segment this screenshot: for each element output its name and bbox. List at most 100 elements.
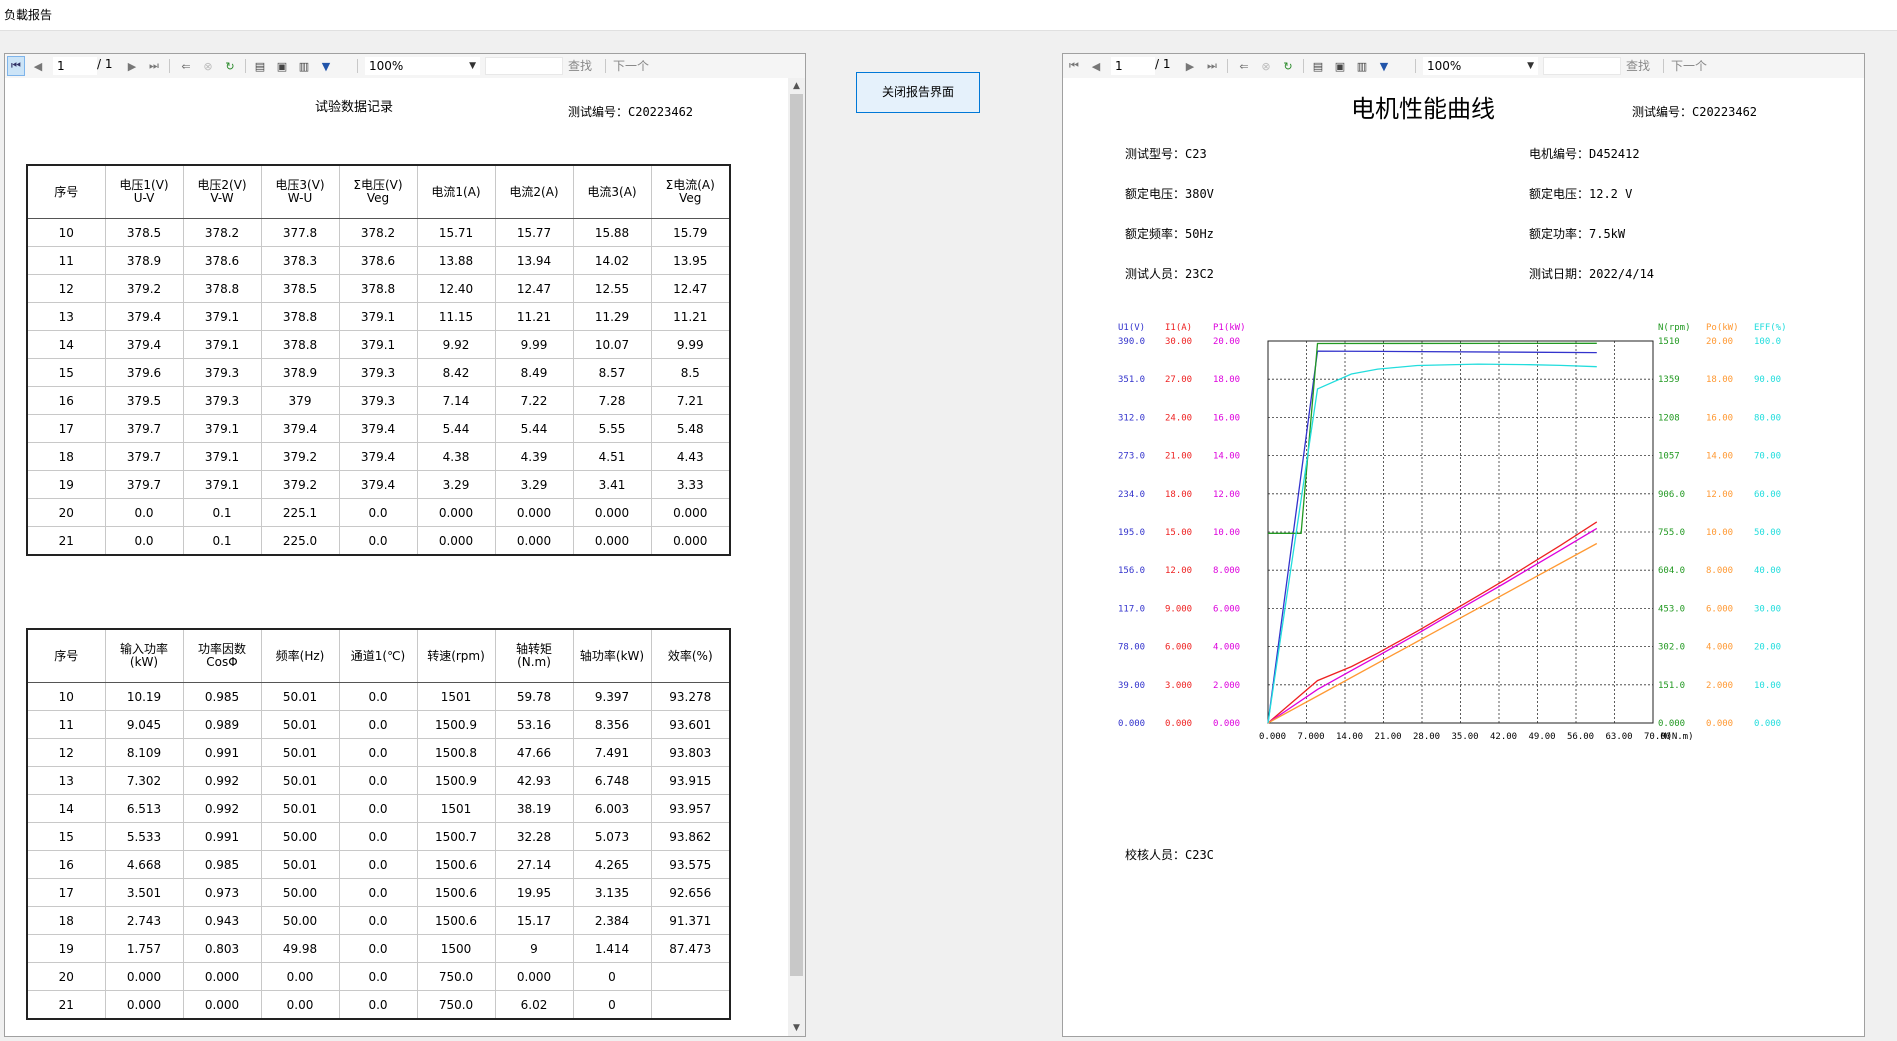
scroll-up-icon[interactable]: ▲ [788,78,805,94]
print-layout-icon[interactable]: ▣ [273,56,291,76]
table-cell: 8.5 [650,358,731,387]
print-icon[interactable]: ▤ [1309,56,1327,76]
column-header: 轴转矩 (N.m) [494,628,574,683]
x-tick-label: 35.00 [1452,732,1479,742]
page-setup-icon[interactable]: ▥ [1353,56,1371,76]
tick-label: 14.00 [1706,452,1733,462]
tick-label: 10.00 [1706,528,1733,538]
table-cell: 0.0 [338,962,418,991]
back-icon[interactable]: ⇐ [1235,56,1253,76]
table-cell: 50.01 [260,794,340,823]
table-cell: 0.992 [182,766,262,795]
find-button[interactable]: 查找 [568,57,592,74]
close-report-button[interactable]: 关闭报告界面 [856,72,980,113]
info-rated-voltage: 额定电压：380V [1125,187,1214,201]
page-number-input[interactable]: 1 [53,57,97,75]
table-cell: 16 [26,386,106,415]
find-input[interactable] [485,57,563,75]
find-next-button[interactable]: 下一个 [1671,57,1707,74]
table-cell: 9.99 [650,330,731,359]
tick-label: 12.00 [1706,490,1733,500]
page-setup-icon[interactable]: ▥ [295,56,313,76]
tick-label: 0.000 [1658,719,1685,729]
table-cell: 379.1 [182,470,262,499]
table-cell: 13.94 [494,246,574,275]
table-cell: 7.491 [572,738,652,767]
table-cell: 0.000 [494,962,574,991]
table-cell: 14 [26,330,106,359]
table-cell: 11.29 [572,302,652,331]
table-cell: 13 [26,766,106,795]
table-cell: 379.1 [182,414,262,443]
tick-label: 60.00 [1754,490,1781,500]
column-header-unit: (N.m) [517,655,551,669]
last-page-icon[interactable]: ⏭ [145,56,163,76]
column-header: 通道1(℃) [338,628,418,683]
series-line-i1a [1267,521,1598,724]
refresh-icon[interactable]: ↻ [1279,56,1297,76]
table-cell: 0.000 [104,990,184,1020]
table-cell: 379.5 [104,386,184,415]
window-title: 负載报告 [4,8,53,22]
scroll-thumb[interactable] [790,94,803,976]
page-number-input[interactable]: 1 [1111,57,1155,75]
x-axis-label: M(N.m) [1661,732,1694,742]
refresh-icon[interactable]: ↻ [221,56,239,76]
table-cell: 5.533 [104,822,184,851]
table-cell: 3.135 [572,878,652,907]
table-cell: 15 [26,358,106,387]
zoom-select[interactable]: 100% ▼ [1423,57,1538,75]
table-cell: 15.79 [650,218,731,247]
zoom-select[interactable]: 100% ▼ [365,57,480,75]
stop-icon[interactable]: ⊗ [199,56,217,76]
column-header-unit: V-W [210,191,234,205]
export-icon[interactable]: ▼ [1375,56,1393,76]
table-cell: 379.1 [182,442,262,471]
tick-label: 8.000 [1706,566,1733,576]
export-icon[interactable]: ▼ [317,56,335,76]
table-cell: 12.47 [650,274,731,303]
first-page-icon[interactable]: ⏮ [7,56,25,76]
table-cell: 5.44 [494,414,574,443]
table-cell: 378.6 [182,246,262,275]
table-cell: 8.109 [104,738,184,767]
axis-title: P1(kW) [1213,323,1246,333]
table-cell: 379.1 [182,330,262,359]
tick-label: 10.00 [1754,681,1781,691]
tick-label: 30.00 [1754,604,1781,614]
table-cell: 378.2 [338,218,418,247]
stop-icon[interactable]: ⊗ [1257,56,1275,76]
tick-label: 1359 [1658,375,1680,385]
last-page-icon[interactable]: ⏭ [1203,56,1221,76]
table-cell: 0.000 [104,962,184,991]
find-next-button[interactable]: 下一个 [613,57,649,74]
column-header: Σ电压(V) Veg [338,164,418,219]
back-icon[interactable]: ⇐ [177,56,195,76]
test-number: 测试编号：C20223462 [568,105,694,119]
prev-page-icon[interactable]: ◀ [1087,56,1105,76]
find-button[interactable]: 查找 [1626,57,1650,74]
first-page-icon[interactable]: ⏮ [1065,56,1083,76]
print-layout-icon[interactable]: ▣ [1331,56,1349,76]
prev-page-icon[interactable]: ◀ [29,56,47,76]
x-tick-label: 56.00 [1567,732,1594,742]
table-cell: 12.40 [416,274,496,303]
next-page-icon[interactable]: ▶ [123,56,141,76]
table-cell: 379 [260,386,340,415]
table-cell: 0.985 [182,850,262,879]
find-input[interactable] [1543,57,1621,75]
table-cell: 0.0 [338,850,418,879]
table-row: 19 1.757 0.803 49.98 0.0 1500 9 1.414 87.473 [26,934,731,963]
table-cell: 32.28 [494,822,574,851]
next-page-icon[interactable]: ▶ [1181,56,1199,76]
table-cell: 0.0 [338,738,418,767]
table-cell: 13 [26,302,106,331]
scroll-down-icon[interactable]: ▼ [788,1020,805,1036]
table-cell: 49.98 [260,934,340,963]
print-icon[interactable]: ▤ [251,56,269,76]
vertical-scrollbar[interactable]: ▲ ▼ [788,78,805,1036]
table-cell: 4.265 [572,850,652,879]
table-cell: 11 [26,246,106,275]
x-tick-label: 49.00 [1529,732,1556,742]
table-row: 19 379.7 379.1 379.2 379.4 3.29 3.29 3.41 3.33 [26,470,731,499]
